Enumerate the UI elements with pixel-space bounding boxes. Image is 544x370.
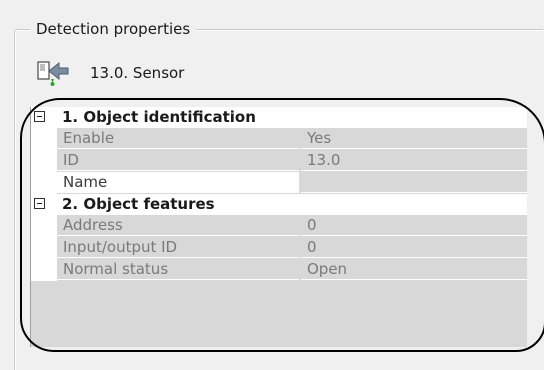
row-gutter	[31, 259, 57, 281]
property-grid: 1. Object identification Enable Yes ID 1…	[30, 107, 527, 347]
category-object-identification[interactable]: 1. Object identification	[31, 107, 527, 128]
sensor-arrow-icon	[37, 61, 69, 86]
property-value[interactable]: 0	[301, 237, 527, 258]
property-name: Address	[57, 215, 299, 236]
property-row-normal-status[interactable]: Normal status Open	[31, 259, 527, 281]
property-value[interactable]: Open	[301, 259, 527, 280]
group-title: Detection properties	[30, 20, 197, 38]
row-gutter	[31, 172, 57, 194]
property-name: Normal status	[57, 259, 299, 280]
category-label: 1. Object identification	[62, 108, 256, 126]
property-name: Input/output ID	[57, 237, 299, 258]
property-value[interactable]: 0	[301, 215, 527, 236]
property-name: ID	[57, 150, 299, 171]
category-label: 2. Object features	[62, 195, 215, 213]
property-value[interactable]: Yes	[301, 128, 527, 149]
property-row-id[interactable]: ID 13.0	[31, 150, 527, 172]
property-name: Enable	[57, 128, 299, 149]
property-name: Name	[57, 172, 299, 193]
collapse-icon[interactable]	[34, 198, 45, 209]
category-object-features[interactable]: 2. Object features	[31, 194, 527, 215]
property-row-name[interactable]: Name	[31, 172, 527, 194]
property-value-input[interactable]	[301, 172, 527, 193]
property-row-address[interactable]: Address 0	[31, 215, 527, 237]
row-gutter	[31, 128, 57, 150]
property-row-input-output-id[interactable]: Input/output ID 0	[31, 237, 527, 259]
property-value[interactable]: 13.0	[301, 150, 527, 171]
property-row-enable[interactable]: Enable Yes	[31, 128, 527, 150]
row-gutter	[31, 237, 57, 259]
collapse-icon[interactable]	[34, 111, 45, 122]
row-gutter	[31, 150, 57, 172]
row-gutter	[31, 215, 57, 237]
object-label: 13.0. Sensor	[90, 64, 185, 82]
